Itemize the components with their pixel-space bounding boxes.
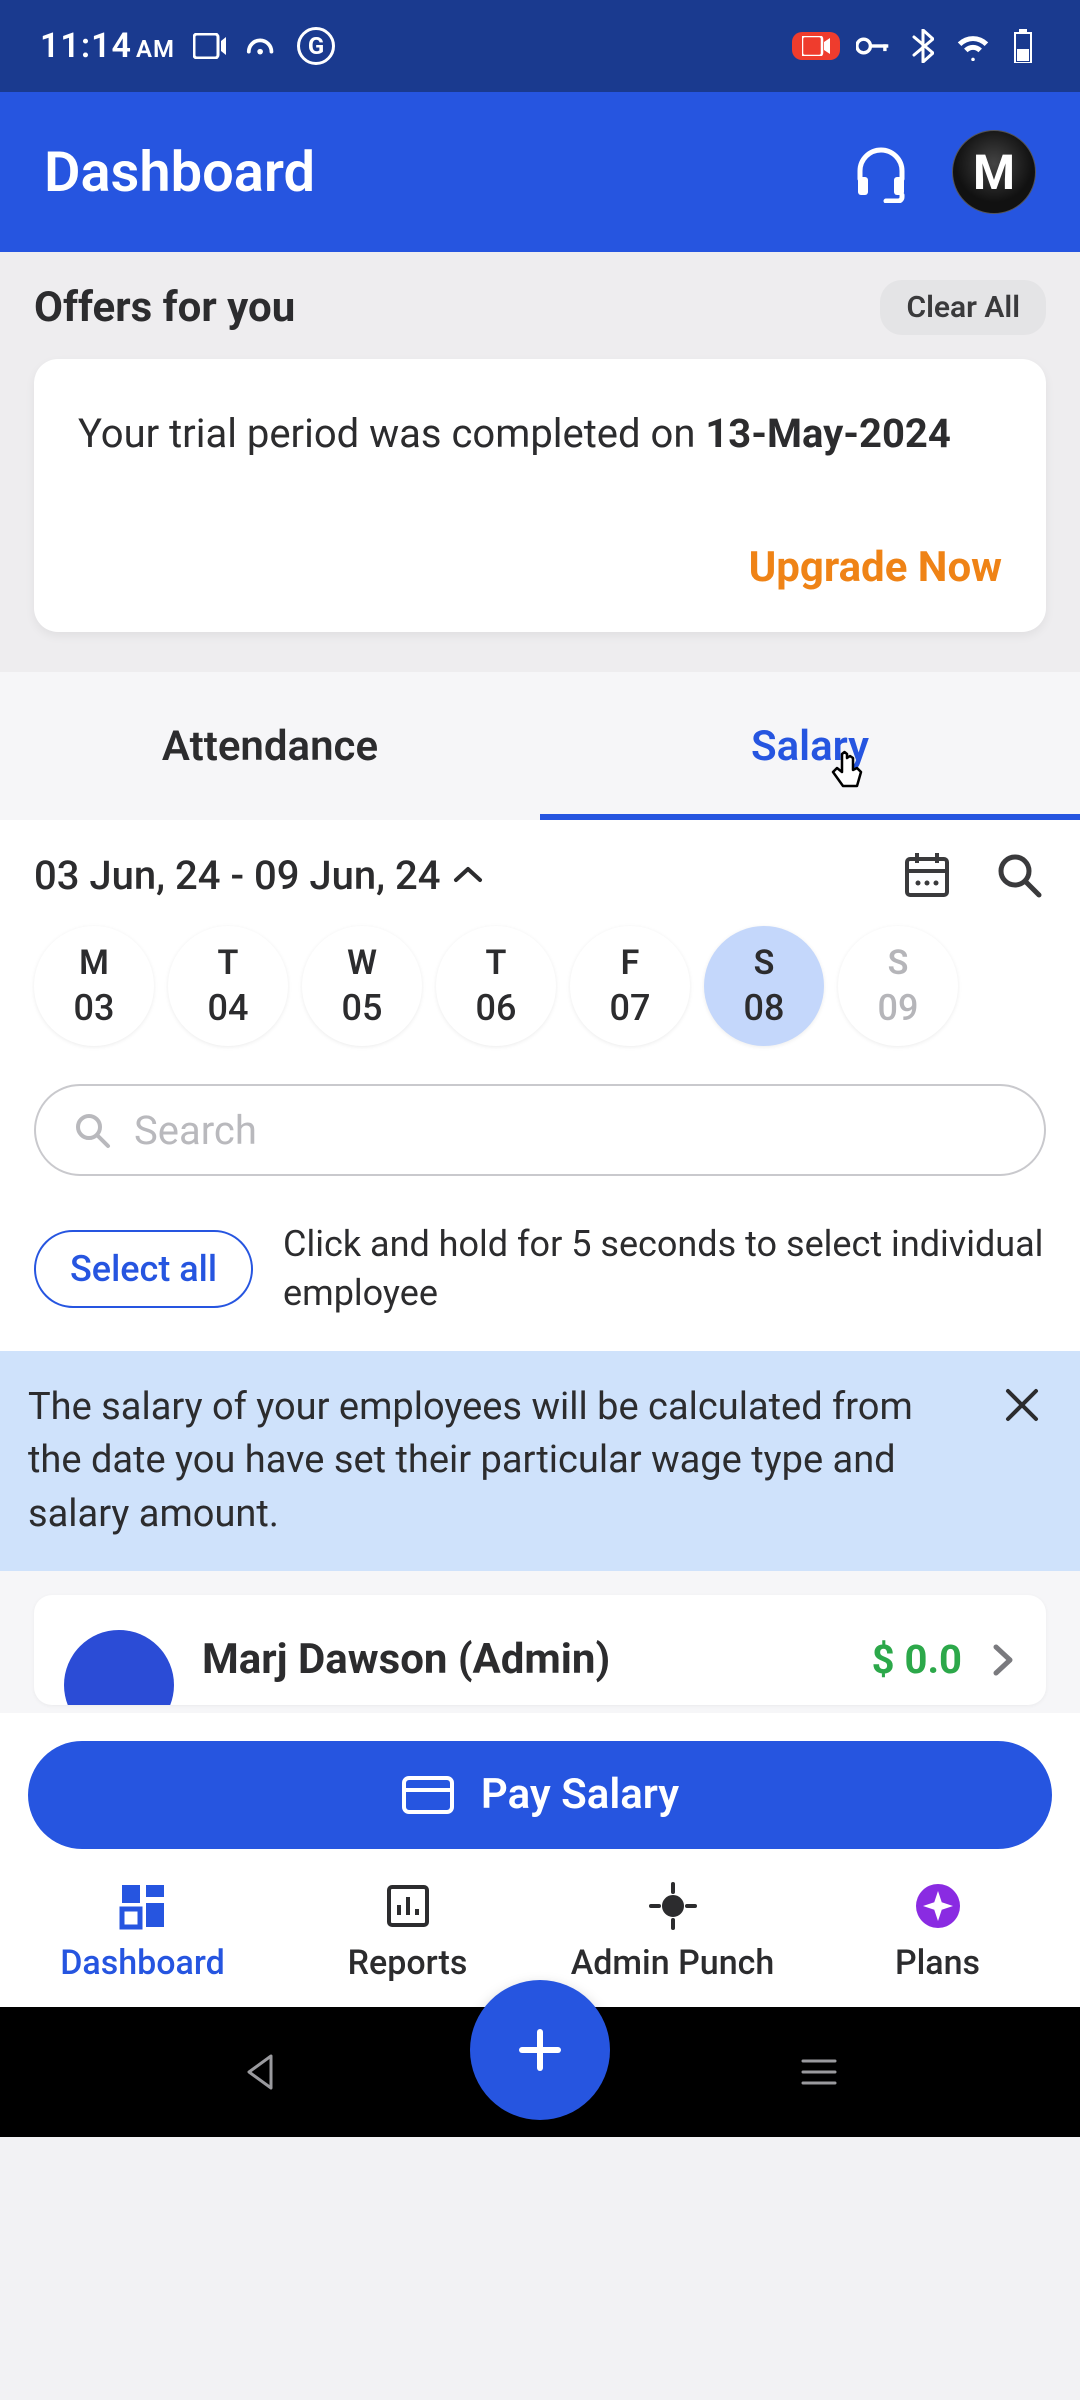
- employee-avatar: [64, 1630, 174, 1705]
- day-of-week: T: [486, 943, 507, 983]
- tabs: Attendance Salary: [0, 672, 1080, 820]
- offer-text: Your trial period was completed on 13-Ma…: [78, 405, 1002, 463]
- offers-header: Offers for you Clear All: [34, 280, 1046, 335]
- video-icon: [193, 29, 227, 63]
- calendar-button[interactable]: [900, 848, 954, 902]
- date-range-toggle[interactable]: 03 Jun, 24 - 09 Jun, 24: [34, 852, 484, 899]
- day-of-week: S: [754, 943, 775, 983]
- day-pill-08[interactable]: S08: [704, 926, 824, 1046]
- date-section: 03 Jun, 24 - 09 Jun, 24 M03T04W05T06F07S…: [0, 820, 1080, 1084]
- dashboard-icon: [118, 1879, 168, 1933]
- upgrade-now-button[interactable]: Upgrade Now: [749, 543, 1002, 592]
- date-range-text: 03 Jun, 24 - 09 Jun, 24: [34, 852, 440, 899]
- status-right: [792, 29, 1040, 63]
- day-of-week: W: [347, 943, 377, 983]
- cast-icon: [245, 29, 279, 63]
- day-number: 08: [744, 987, 785, 1029]
- admin-punch-icon: [647, 1879, 699, 1933]
- select-row: Select all Click and hold for 5 seconds …: [0, 1206, 1080, 1351]
- offers-title: Offers for you: [34, 283, 295, 332]
- employee-name: Marj Dawson (Admin): [202, 1635, 844, 1684]
- search-icon: [72, 1110, 112, 1150]
- page-title: Dashboard: [44, 139, 315, 205]
- android-back-button[interactable]: [241, 2052, 281, 2092]
- record-badge-icon: [792, 32, 840, 60]
- offer-text-date: 13-May-2024: [705, 410, 951, 457]
- offer-text-prefix: Your trial period was completed on: [78, 410, 705, 457]
- nav-admin-punch[interactable]: Admin Punch: [540, 1879, 805, 1983]
- android-recents-button[interactable]: [799, 2056, 839, 2088]
- close-banner-button[interactable]: [992, 1381, 1052, 1429]
- offers-section: Offers for you Clear All Your trial peri…: [0, 252, 1080, 672]
- battery-icon: [1006, 29, 1040, 63]
- search-input[interactable]: [134, 1107, 1008, 1154]
- info-banner: The salary of your employees will be cal…: [0, 1351, 1080, 1571]
- day-number: 06: [476, 987, 517, 1029]
- search-wrap: [0, 1084, 1080, 1206]
- day-number: 04: [208, 987, 249, 1029]
- wifi-icon: [956, 29, 990, 63]
- day-pill-05[interactable]: W05: [302, 926, 422, 1046]
- pay-salary-button[interactable]: Pay Salary: [28, 1741, 1052, 1849]
- day-pill-04[interactable]: T04: [168, 926, 288, 1046]
- day-strip[interactable]: M03T04W05T06F07S08S09: [34, 926, 1046, 1046]
- day-pill-09[interactable]: S09: [838, 926, 958, 1046]
- day-of-week: F: [621, 943, 640, 983]
- reports-icon: [383, 1879, 433, 1933]
- status-left: 11:14AM G: [40, 26, 335, 66]
- employee-list: Marj Dawson (Admin) $ 0.0: [0, 1571, 1080, 1713]
- select-hint: Click and hold for 5 seconds to select i…: [283, 1220, 1046, 1317]
- tab-attendance[interactable]: Attendance: [0, 672, 540, 820]
- search-button[interactable]: [992, 848, 1046, 902]
- fab-add-button[interactable]: [470, 1980, 610, 2120]
- info-text: The salary of your employees will be cal…: [28, 1381, 972, 1541]
- day-number: 09: [878, 987, 919, 1029]
- day-pill-03[interactable]: M03: [34, 926, 154, 1046]
- day-of-week: M: [79, 943, 109, 983]
- app-header: Dashboard M: [0, 92, 1080, 252]
- status-time-ampm: AM: [136, 35, 175, 63]
- avatar-letter: M: [973, 144, 1015, 201]
- day-of-week: S: [888, 943, 909, 983]
- nav-admin-punch-label: Admin Punch: [571, 1943, 775, 1983]
- nav-reports-label: Reports: [348, 1943, 468, 1983]
- date-header: 03 Jun, 24 - 09 Jun, 24: [34, 848, 1046, 902]
- pay-wrap: Pay Salary: [0, 1713, 1080, 1859]
- header-actions: M: [850, 130, 1036, 214]
- employee-amount: $ 0.0: [872, 1636, 962, 1683]
- nav-dashboard[interactable]: Dashboard: [10, 1879, 275, 1983]
- plans-icon: [913, 1879, 963, 1933]
- google-icon: G: [297, 27, 335, 65]
- clear-all-button[interactable]: Clear All: [880, 280, 1046, 335]
- select-all-button[interactable]: Select all: [34, 1230, 253, 1308]
- nav-plans-label: Plans: [895, 1943, 980, 1983]
- nav-reports[interactable]: Reports: [275, 1879, 540, 1983]
- avatar[interactable]: M: [952, 130, 1036, 214]
- chevron-right-icon: [990, 1641, 1016, 1679]
- day-pill-06[interactable]: T06: [436, 926, 556, 1046]
- pointer-cursor-icon: [828, 748, 868, 788]
- status-time: 11:14AM: [40, 26, 175, 66]
- offer-card: Your trial period was completed on 13-Ma…: [34, 359, 1046, 632]
- day-number: 05: [342, 987, 383, 1029]
- search-field[interactable]: [34, 1084, 1046, 1176]
- chevron-up-icon: [452, 865, 484, 885]
- vpn-key-icon: [856, 29, 890, 63]
- status-time-value: 11:14: [40, 26, 132, 66]
- nav-plans[interactable]: Plans: [805, 1879, 1070, 1983]
- day-pill-07[interactable]: F07: [570, 926, 690, 1046]
- nav-dashboard-label: Dashboard: [60, 1943, 225, 1983]
- day-number: 07: [610, 987, 651, 1029]
- bluetooth-icon: [906, 29, 940, 63]
- day-of-week: T: [218, 943, 239, 983]
- pay-salary-label: Pay Salary: [481, 1770, 679, 1819]
- employee-row[interactable]: Marj Dawson (Admin) $ 0.0: [34, 1595, 1046, 1705]
- tab-salary[interactable]: Salary: [540, 672, 1080, 820]
- day-number: 03: [74, 987, 115, 1029]
- headphones-icon[interactable]: [850, 141, 912, 203]
- card-icon: [401, 1775, 455, 1815]
- status-bar: 11:14AM G: [0, 0, 1080, 92]
